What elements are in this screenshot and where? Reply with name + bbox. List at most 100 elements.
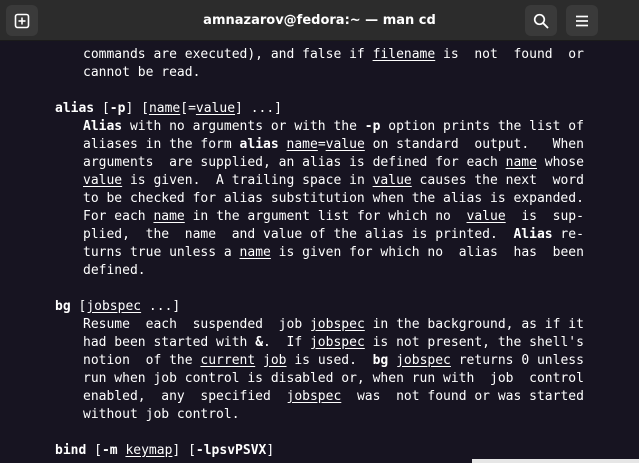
search-button[interactable] [525, 5, 557, 36]
text-segment [388, 353, 396, 368]
terminal-line: aliases in the form alias name=value on … [0, 136, 584, 154]
text-segment: arguments are supplied, an alias is defi… [83, 154, 506, 170]
terminal-line: Alias with no arguments or with the -p o… [0, 118, 584, 136]
terminal-line: alias [-p] [name[=value] ...] [0, 100, 584, 118]
terminal-line: bg [jobspec ...] [0, 298, 584, 316]
underlined-term: current [200, 352, 256, 368]
terminal-view[interactable]: commands are executed), and false if fil… [0, 41, 639, 463]
underlined-term: jobspec [286, 388, 342, 404]
text-segment: option prints the list of [380, 118, 584, 134]
text-segment: [ [86, 442, 102, 458]
underlined-term: filename [372, 46, 436, 62]
terminal-line: to be checked for alias substitution whe… [0, 190, 584, 208]
text-segment [279, 137, 287, 152]
text-segment: ] [ [172, 442, 196, 458]
text-segment: enabled, any specified [83, 388, 287, 404]
text-segment: ] [266, 442, 275, 458]
header-bar: amnazarov@fedora:~ — man cd [0, 0, 639, 41]
scroll-position-marker [472, 459, 639, 463]
bold-term: Alias [513, 226, 553, 242]
terminal-line: without job control. [0, 406, 584, 424]
text-segment: [ [94, 100, 110, 116]
text-segment: For each [83, 208, 154, 224]
bold-term: & [255, 334, 264, 350]
text-segment: Resume each suspended job [83, 316, 310, 332]
main-menu-button[interactable] [566, 5, 598, 36]
text-segment: ] [ [125, 100, 149, 116]
terminal-line: commands are executed), and false if fil… [0, 46, 584, 64]
window-title: amnazarov@fedora:~ — man cd [203, 13, 436, 28]
terminal-line: Resume each suspended job jobspec in the… [0, 316, 584, 334]
text-segment: ...] [141, 298, 181, 314]
underlined-term: name [148, 100, 181, 116]
bold-term: alias [239, 136, 279, 152]
terminal-line: enabled, any specified jobspec was not f… [0, 388, 584, 406]
underlined-term: value [325, 136, 365, 152]
text-segment: turns true unless a [83, 244, 240, 260]
text-segment: is sup- [505, 208, 584, 224]
text-segment: defined. [83, 262, 146, 278]
text-segment: without job control. [83, 406, 240, 422]
underlined-term: name [153, 208, 185, 224]
text-segment: is not found or [435, 46, 584, 62]
new-tab-button[interactable] [6, 5, 38, 36]
hamburger-menu-icon [576, 15, 588, 26]
text-segment: causes the next word [411, 172, 584, 188]
terminal-line: For each name in the argument list for w… [0, 208, 584, 226]
text-segment: re- [552, 226, 584, 242]
text-segment: is given. A trailing space in [122, 172, 373, 188]
text-segment: is given for which no alias has been [270, 244, 584, 260]
underlined-term: value [372, 172, 412, 188]
text-segment: = [317, 136, 326, 152]
underlined-term: jobspec [86, 298, 142, 314]
terminal-line: plied, the name and value of the alias i… [0, 226, 584, 244]
terminal-line: turns true unless a name is given for wh… [0, 244, 584, 262]
text-segment: . If [263, 334, 310, 350]
text-segment: aliases in the form [83, 136, 240, 152]
text-segment: in the argument list for which no [184, 208, 467, 224]
bold-term: bg [372, 352, 389, 368]
terminal-line: bind [-m keymap] [-lpsvPSVX] [0, 442, 584, 460]
text-segment: in the background, as if it [364, 316, 584, 332]
terminal-line: cannot be read. [0, 64, 584, 82]
underlined-term: name [286, 136, 318, 152]
text-segment: is used. [286, 352, 373, 368]
text-segment: had been started with [83, 334, 256, 350]
underlined-term: name [505, 154, 537, 170]
text-segment: notion of the [83, 352, 201, 368]
text-segment: was not found or was started [341, 388, 584, 404]
terminal-line: run when job control is disabled or, whe… [0, 370, 584, 388]
underlined-term: keymap [125, 442, 173, 458]
terminal-line: value is given. A trailing space in valu… [0, 172, 584, 190]
text-segment: to be checked for alias substitution whe… [83, 190, 584, 206]
underlined-term: value [466, 208, 506, 224]
underlined-term: value [195, 100, 236, 116]
underlined-term: value [83, 172, 123, 188]
bold-term: bind [55, 442, 87, 458]
bold-term: bg [55, 298, 71, 314]
text-segment: is not present, the shell's [364, 334, 584, 350]
underlined-term: jobspec [396, 352, 451, 368]
text-segment [255, 353, 263, 368]
underlined-term: name [239, 244, 271, 260]
text-segment: returns 0 unless [450, 352, 584, 368]
underlined-term: job [263, 352, 287, 368]
terminal-line: defined. [0, 262, 584, 280]
text-segment: on standard output. When [364, 136, 584, 152]
bold-term: -m [101, 442, 118, 458]
text-segment: [= [180, 100, 196, 116]
terminal-line: arguments are supplied, an alias is defi… [0, 154, 584, 172]
text-segment: cannot be read. [83, 64, 201, 80]
text-segment: ] ...] [235, 100, 283, 116]
text-segment: plied, the name and value of the alias i… [83, 226, 514, 242]
text-segment: run when job control is disabled or, whe… [83, 370, 584, 386]
text-segment: whose [536, 154, 584, 170]
text-segment: with no arguments or with the [122, 118, 365, 134]
bold-term: alias [55, 100, 95, 116]
search-icon [533, 13, 549, 28]
underlined-term: jobspec [309, 334, 365, 350]
text-segment: [ [70, 298, 87, 314]
